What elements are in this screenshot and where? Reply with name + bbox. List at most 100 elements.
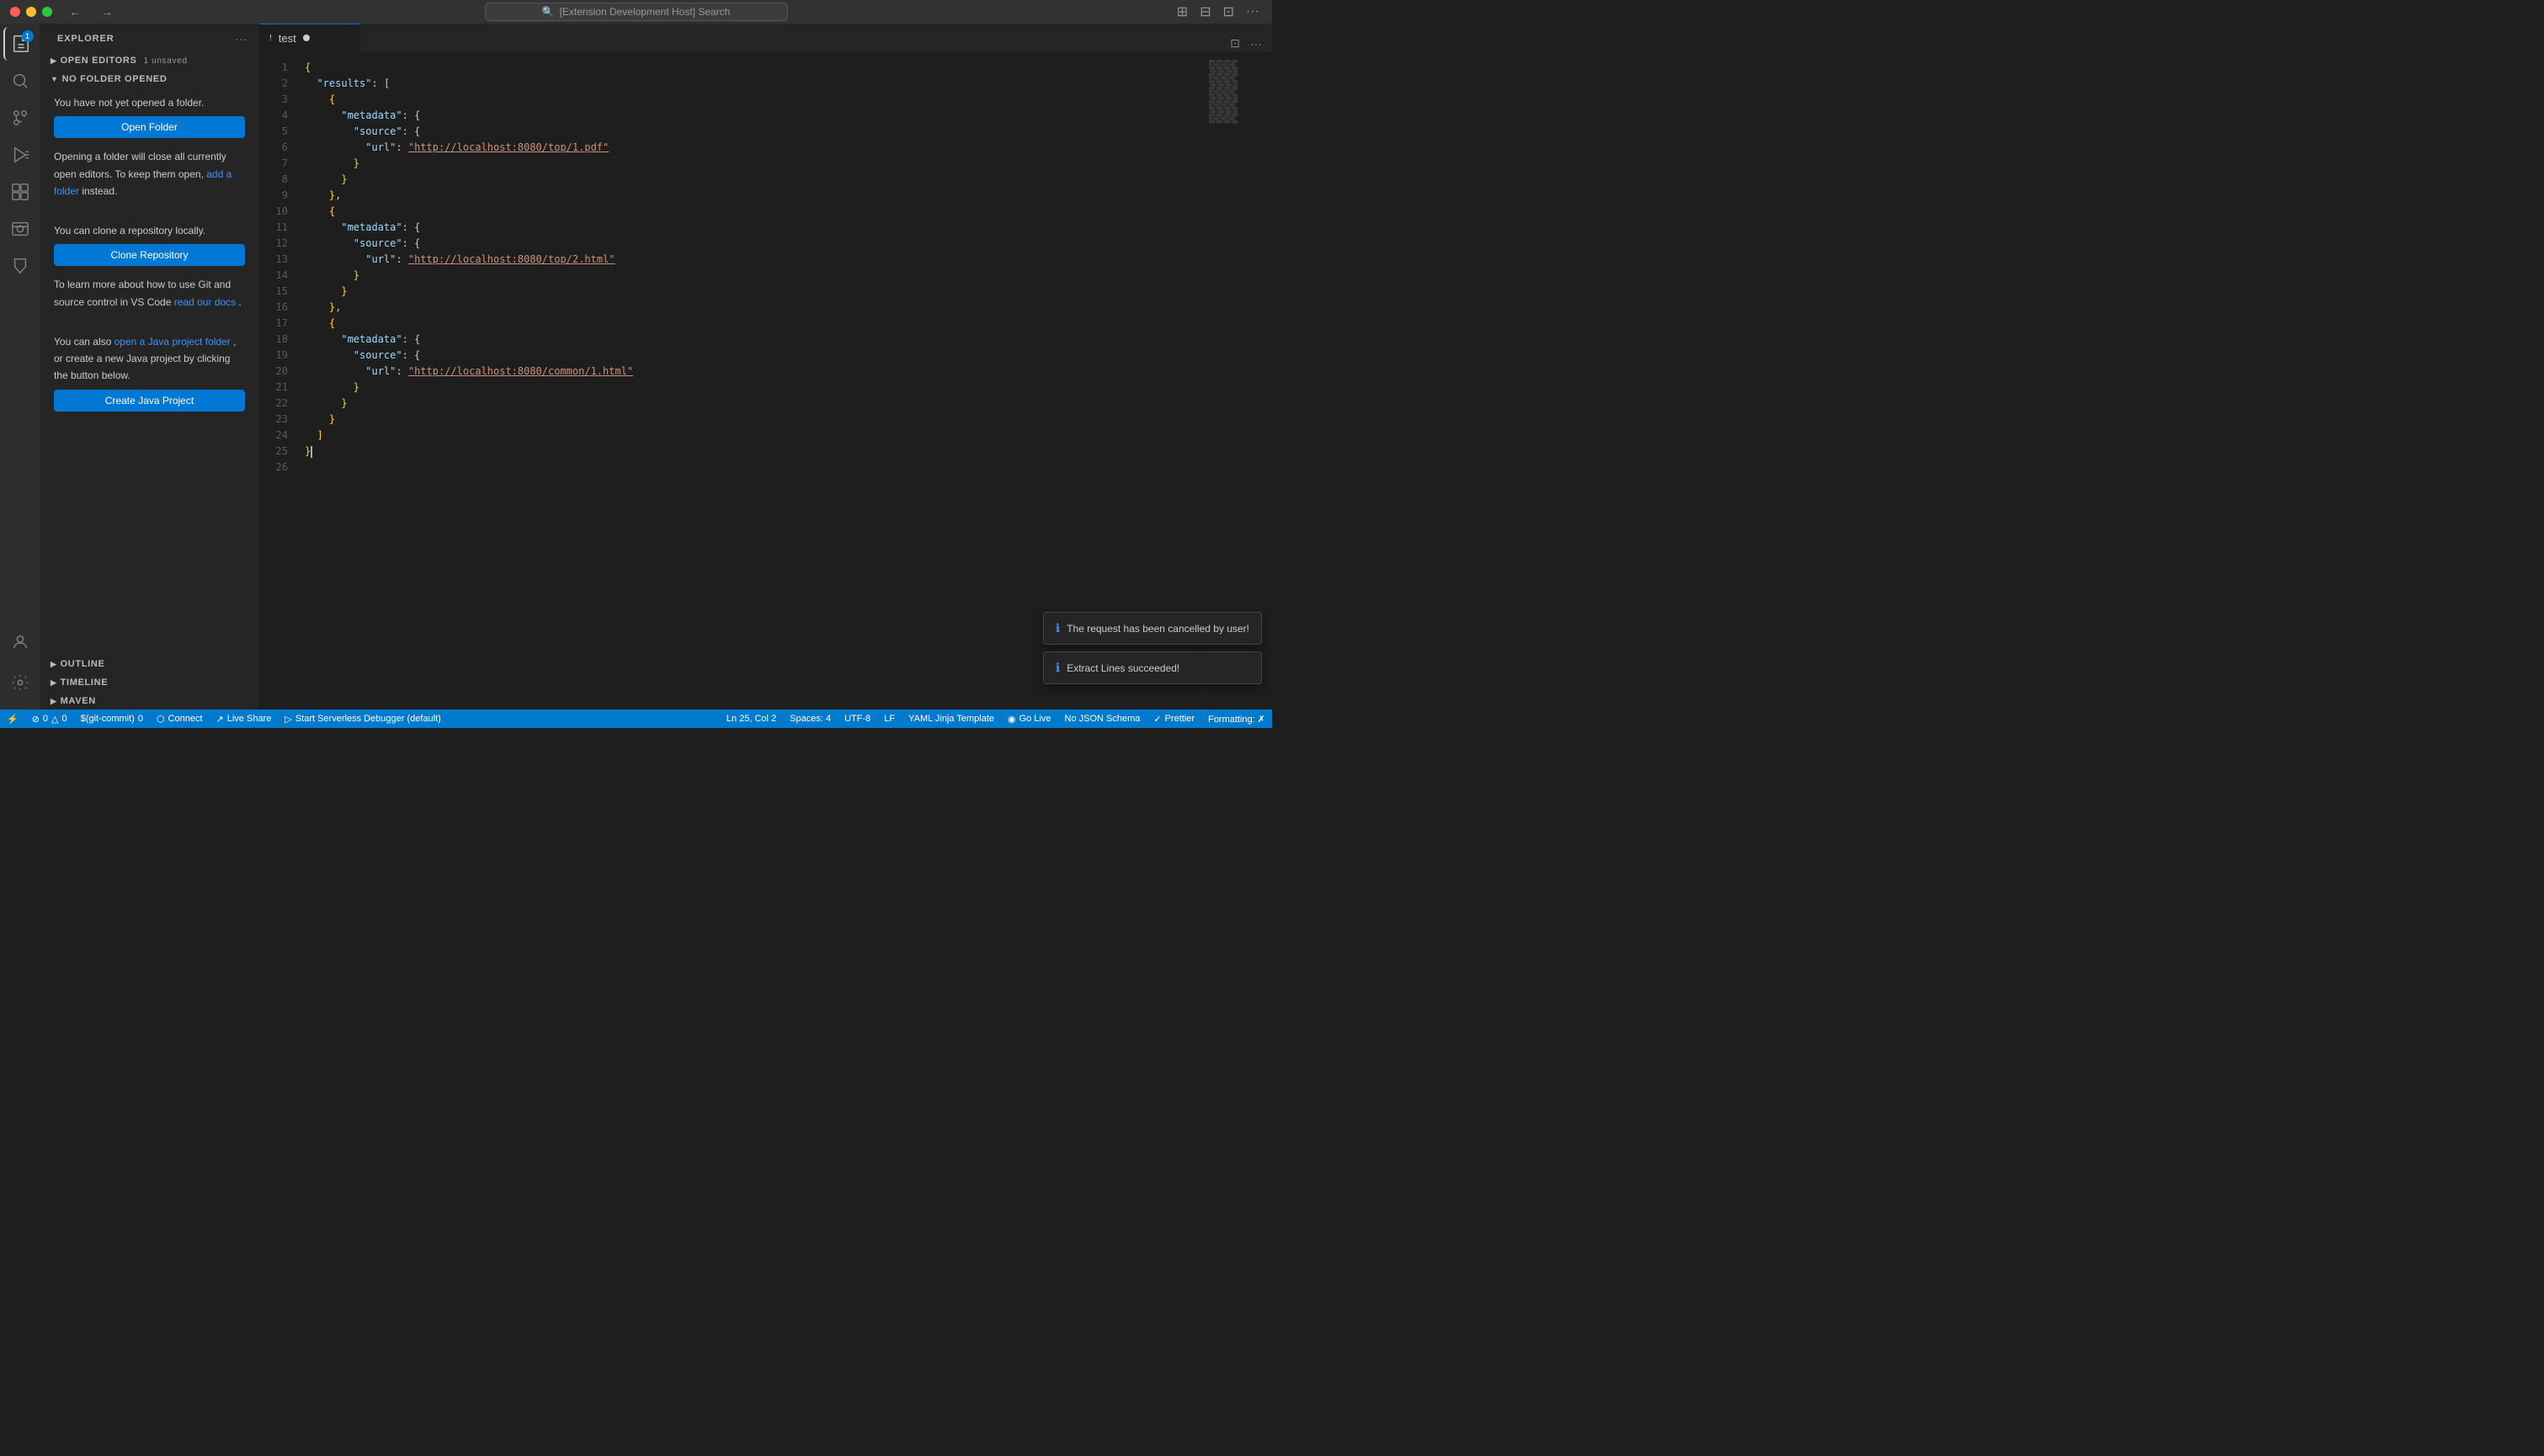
split-editor-button[interactable]: ⊡ bbox=[1227, 35, 1243, 52]
code-line-4: "metadata": { bbox=[305, 108, 1205, 124]
code-line-7: } bbox=[305, 156, 1205, 172]
more-editors-button[interactable]: ··· bbox=[1247, 35, 1265, 52]
code-line-21: } bbox=[305, 380, 1205, 396]
source-control-icon bbox=[11, 109, 29, 127]
maven-section[interactable]: ▶ Maven bbox=[40, 691, 258, 709]
code-line-14: } bbox=[305, 268, 1205, 284]
activity-item-extensions[interactable] bbox=[3, 175, 37, 209]
formatting-text: Formatting: ✗ bbox=[1208, 714, 1265, 725]
activity-item-run[interactable] bbox=[3, 138, 37, 172]
no-folder-section[interactable]: ▼ No Folder Opened bbox=[40, 69, 258, 88]
status-gitlens[interactable]: $(git-commit) 0 bbox=[74, 709, 150, 728]
editor-container: 12345 678910 1112131415 1617181920 21222… bbox=[259, 53, 1272, 709]
tab-test[interactable]: ! test bbox=[259, 24, 360, 52]
accounts-icon bbox=[11, 633, 29, 651]
activity-item-source-control[interactable] bbox=[3, 101, 37, 135]
notification-cancel: ℹ The request has been cancelled by user… bbox=[1043, 612, 1262, 645]
split-button[interactable]: ⊟ bbox=[1197, 3, 1213, 20]
timeline-section[interactable]: ▶ Timeline bbox=[40, 672, 258, 691]
error-icon: ⊘ bbox=[32, 714, 40, 725]
status-connect[interactable]: ⬡ Connect bbox=[150, 709, 210, 728]
open-editors-arrow: ▶ bbox=[51, 56, 57, 66]
opening-note: Opening a folder will close all currentl… bbox=[54, 148, 245, 199]
sidebar-header-actions: ··· bbox=[233, 30, 248, 47]
outline-section[interactable]: ▶ Outline bbox=[40, 654, 258, 672]
code-line-19: "source": { bbox=[305, 348, 1205, 364]
minimap: ████░████░████░████ ██░████░████░████░ █… bbox=[1205, 53, 1272, 709]
no-folder-arrow: ▼ bbox=[51, 75, 59, 83]
forward-button[interactable]: → bbox=[98, 5, 116, 19]
gitlens-icon: $(git-commit) bbox=[81, 714, 135, 724]
status-errors[interactable]: ⊘ 0 △ 0 bbox=[25, 709, 74, 728]
close-button[interactable] bbox=[10, 7, 20, 17]
encoding-text: UTF-8 bbox=[844, 714, 870, 724]
code-line-24: ] bbox=[305, 428, 1205, 444]
main-area: 1 bbox=[0, 24, 1272, 709]
read-docs-link[interactable]: read our docs bbox=[174, 296, 236, 308]
notification-cancel-text: The request has been cancelled by user! bbox=[1067, 623, 1249, 635]
go-live-text: Go Live bbox=[1019, 714, 1051, 724]
search-bar[interactable]: 🔍 [Extension Development Host] Search bbox=[485, 3, 788, 21]
layout-button[interactable]: ⊞ bbox=[1174, 3, 1190, 20]
timeline-arrow: ▶ bbox=[51, 678, 57, 688]
info-icon-cancel: ℹ bbox=[1056, 621, 1060, 635]
open-editors-section[interactable]: ▶ Open Editors 1 unsaved bbox=[40, 50, 258, 69]
panel-button[interactable]: ⊡ bbox=[1221, 3, 1237, 20]
tab-icon: ! bbox=[269, 34, 272, 43]
status-position[interactable]: Ln 25, Col 2 bbox=[720, 709, 783, 728]
gitlens-text: 0 bbox=[138, 714, 143, 724]
clone-repository-button[interactable]: Clone Repository bbox=[54, 244, 245, 266]
activity-item-settings[interactable] bbox=[3, 666, 37, 699]
status-prettier[interactable]: ✓ Prettier bbox=[1147, 709, 1201, 728]
open-java-link[interactable]: open a Java project folder bbox=[114, 336, 231, 348]
status-spaces[interactable]: Spaces: 4 bbox=[783, 709, 838, 728]
status-language[interactable]: YAML Jinja Template bbox=[902, 709, 1001, 728]
run-icon bbox=[11, 146, 29, 164]
sidebar-more-button[interactable]: ··· bbox=[233, 30, 248, 47]
activity-item-accounts[interactable] bbox=[3, 625, 37, 659]
code-line-15: } bbox=[305, 284, 1205, 300]
language-text: YAML Jinja Template bbox=[908, 714, 994, 724]
status-json-schema[interactable]: No JSON Schema bbox=[1058, 709, 1147, 728]
notification-extract-text: Extract Lines succeeded! bbox=[1067, 662, 1179, 674]
open-folder-button[interactable]: Open Folder bbox=[54, 116, 245, 138]
code-line-25: } bbox=[305, 444, 1205, 460]
editor-code[interactable]: { "results": [ { "metadata": { "source":… bbox=[301, 53, 1205, 709]
code-line-26 bbox=[305, 460, 1205, 476]
code-line-12: "source": { bbox=[305, 236, 1205, 252]
connect-icon: ⬡ bbox=[157, 714, 165, 725]
status-warnings-text: 0 bbox=[62, 714, 67, 724]
titlebar-right-buttons: ⊞ ⊟ ⊡ ··· bbox=[1174, 3, 1262, 20]
clone-note: You can clone a repository locally. bbox=[54, 222, 245, 239]
explorer-badge: 1 bbox=[22, 30, 34, 42]
status-bar: ⚡ ⊘ 0 △ 0 $(git-commit) 0 ⬡ Connect ↗ Li… bbox=[0, 709, 1272, 728]
git-note: To learn more about how to use Git and s… bbox=[54, 276, 245, 311]
java-note: You can also open a Java project folder … bbox=[54, 333, 245, 385]
code-line-23: } bbox=[305, 412, 1205, 428]
status-eol[interactable]: LF bbox=[877, 709, 902, 728]
activity-item-remote-explorer[interactable] bbox=[3, 212, 37, 246]
status-serverless[interactable]: ▷ Start Serverless Debugger (default) bbox=[278, 709, 448, 728]
status-go-live[interactable]: ◉ Go Live bbox=[1001, 709, 1058, 728]
code-line-6: "url": "http://localhost:8080/top/1.pdf" bbox=[305, 140, 1205, 156]
search-placeholder: [Extension Development Host] Search bbox=[560, 6, 731, 18]
activity-item-explorer[interactable]: 1 bbox=[3, 27, 37, 61]
tab-name: test bbox=[279, 32, 296, 45]
position-text: Ln 25, Col 2 bbox=[726, 714, 776, 724]
activity-item-search[interactable] bbox=[3, 64, 37, 98]
prettier-text: Prettier bbox=[1165, 714, 1195, 724]
sidebar-title: Explorer ··· bbox=[40, 24, 258, 50]
code-line-17: { bbox=[305, 316, 1205, 332]
status-live-share[interactable]: ↗ Live Share bbox=[210, 709, 279, 728]
status-formatting[interactable]: Formatting: ✗ bbox=[1201, 709, 1272, 728]
code-line-10: { bbox=[305, 204, 1205, 220]
status-encoding[interactable]: UTF-8 bbox=[838, 709, 877, 728]
more-button[interactable]: ··· bbox=[1243, 4, 1262, 19]
back-button[interactable]: ← bbox=[66, 5, 84, 19]
status-remote[interactable]: ⚡ bbox=[0, 709, 25, 728]
activity-item-testing[interactable] bbox=[3, 249, 37, 283]
settings-icon bbox=[11, 673, 29, 692]
minimize-button[interactable] bbox=[26, 7, 36, 17]
maximize-button[interactable] bbox=[42, 7, 52, 17]
create-java-button[interactable]: Create Java Project bbox=[54, 390, 245, 412]
